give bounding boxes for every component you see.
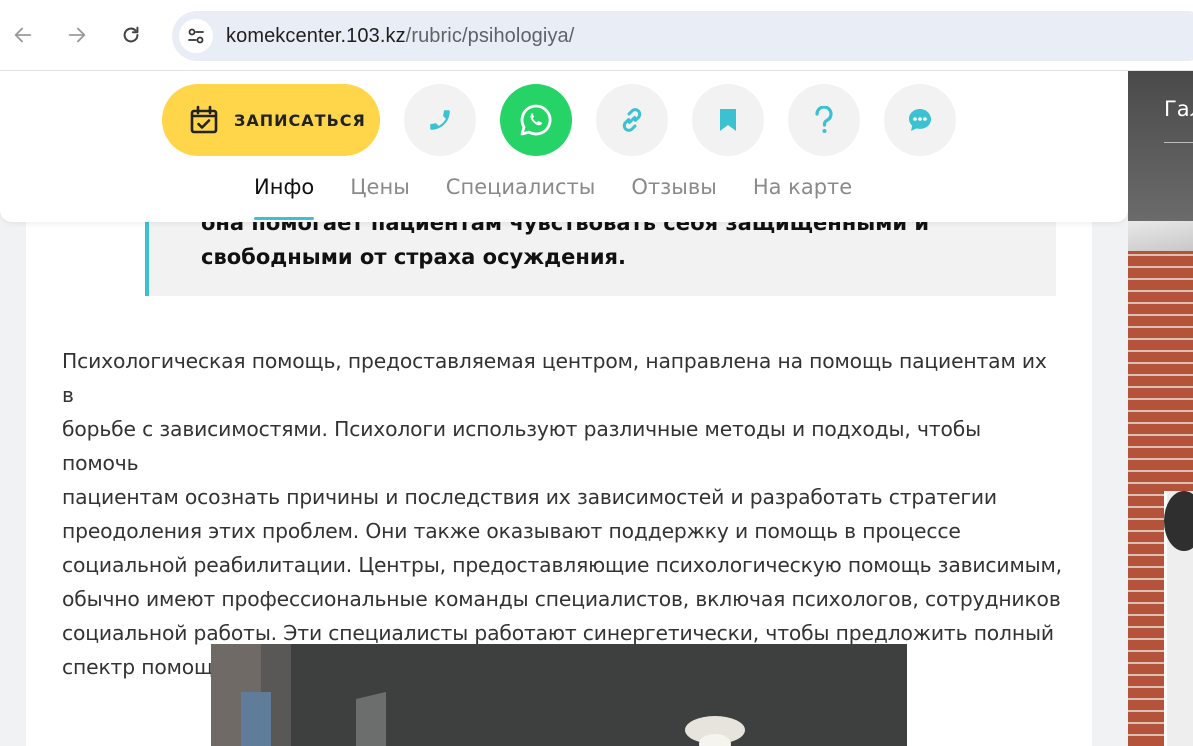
sticky-action-bar: ЗАПИСАТЬСЯ Инфо Цены Специалисты Отзывы … [0, 71, 1128, 222]
blockquote-line: свободными от страха осуждения. [201, 245, 627, 269]
url-host: komekcenter.103.kz [226, 24, 406, 47]
paragraph-line: Психологическая помощь, предоставляемая … [62, 349, 1047, 407]
gallery-header [1128, 71, 1193, 221]
link-icon [622, 108, 642, 132]
url-path: /rubric/psihologiya/ [405, 24, 575, 47]
browser-toolbar: komekcenter.103.kz/rubric/psihologiya/ [0, 0, 1193, 71]
reload-icon[interactable] [116, 20, 146, 50]
site-settings-icon[interactable] [179, 19, 213, 53]
phone-button[interactable] [404, 84, 476, 156]
chat-icon [909, 109, 931, 131]
back-arrow-icon[interactable] [8, 20, 38, 50]
book-appointment-button[interactable]: ЗАПИСАТЬСЯ [162, 84, 380, 156]
forward-arrow-icon[interactable] [62, 20, 92, 50]
bookmark-icon [720, 109, 736, 131]
book-button-label: ЗАПИСАТЬСЯ [234, 110, 366, 130]
phone-icon [430, 110, 450, 130]
paragraph-line: борьбе с зависимостями. Психологи исполь… [62, 417, 981, 475]
gallery-divider [1164, 142, 1193, 143]
tab-prices[interactable]: Цены [350, 173, 410, 213]
paragraph-line: пациентам осознать причины и последствия… [62, 485, 997, 509]
bookmark-button[interactable] [692, 84, 764, 156]
tab-info[interactable]: Инфо [254, 173, 315, 220]
gallery-label: Гал [1164, 97, 1193, 121]
share-link-button[interactable] [596, 84, 668, 156]
question-icon [815, 106, 833, 133]
tab-map[interactable]: На карте [753, 173, 852, 213]
chat-button[interactable] [884, 84, 956, 156]
gallery-side-panel[interactable]: Гал [1128, 71, 1193, 746]
url-text[interactable]: komekcenter.103.kz/rubric/psihologiya/ [226, 25, 574, 48]
article-photo [211, 644, 907, 746]
tab-specialists[interactable]: Специалисты [446, 173, 596, 213]
paragraph-line: преодоления этих проблем. Они также оказ… [62, 519, 961, 543]
calendar-check-icon [189, 105, 219, 135]
help-button[interactable] [788, 84, 860, 156]
paragraph-line: обычно имеют профессиональные команды сп… [62, 587, 1061, 611]
tab-reviews[interactable]: Отзывы [631, 173, 716, 213]
building-roof [1128, 221, 1193, 251]
address-bar[interactable]: komekcenter.103.kz/rubric/psihologiya/ [172, 11, 1193, 61]
paragraph-line: социальной реабилитации. Центры, предост… [62, 553, 1062, 577]
whatsapp-button[interactable] [500, 84, 572, 156]
section-tabs: Инфо Цены Специалисты Отзывы На карте [254, 173, 888, 220]
article-paragraph: Психологическая помощь, предоставляемая … [62, 344, 1062, 684]
whatsapp-icon [520, 104, 552, 136]
